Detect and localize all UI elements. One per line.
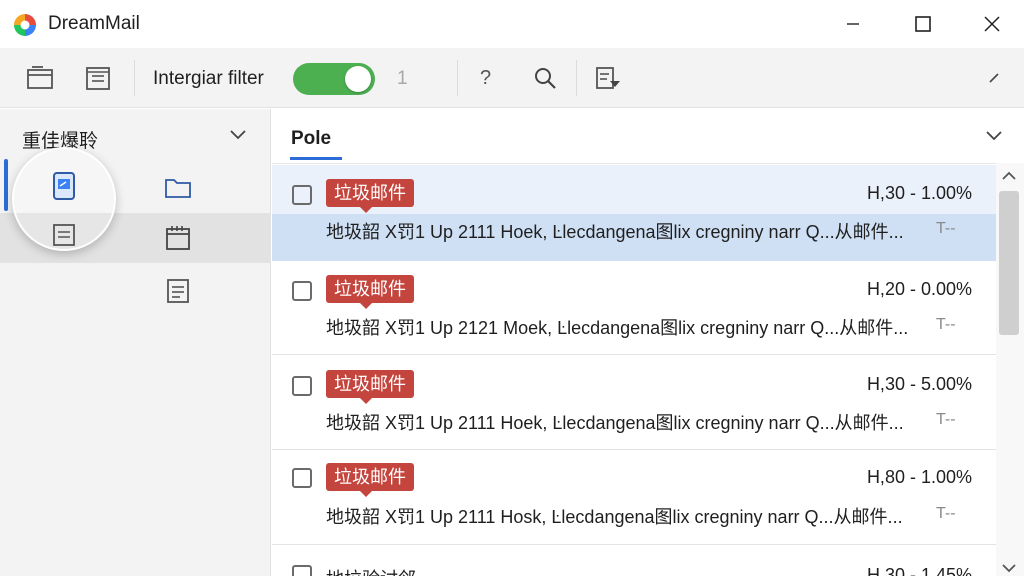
- mail-subject: 地圾韶 X罚1 Up 2111 Hoek, Ŀlecdangena图lix cr…: [326, 413, 904, 433]
- help-button[interactable]: ?: [480, 67, 491, 90]
- filter-label: Intergiar filter: [153, 68, 264, 89]
- mail-from: 从邮件...: [834, 222, 904, 242]
- mail-from: 从邮件...: [833, 507, 903, 527]
- mail-checkbox[interactable]: [292, 376, 312, 396]
- mail-meta: H,20 - 0.00%: [866, 279, 972, 299]
- mail-document-icon[interactable]: [48, 170, 80, 202]
- mail-list-item[interactable]: 地垃验讨邻 H,30 - 1.45%: [272, 559, 996, 576]
- spam-tag: 垃圾邮件: [326, 370, 414, 404]
- list-icon[interactable]: [48, 217, 80, 249]
- scroll-up-icon[interactable]: [998, 169, 1020, 188]
- mail-meta: H,80 - 1.00%: [866, 467, 972, 487]
- mail-checkbox[interactable]: [292, 281, 312, 301]
- tab-active-indicator: [290, 157, 342, 160]
- scrollbar-thumb[interactable]: [999, 191, 1019, 335]
- sidebar: 重佳爆聆: [0, 109, 271, 576]
- mail-checkbox[interactable]: [292, 565, 312, 576]
- tab-pole[interactable]: Pole: [291, 128, 331, 150]
- list-icon[interactable]: [82, 62, 114, 94]
- filter-toggle[interactable]: [293, 63, 375, 95]
- filter-count: 1: [397, 68, 408, 89]
- toolbar-separator: [457, 60, 458, 96]
- inbox-icon[interactable]: [24, 62, 56, 94]
- chevron-down-icon[interactable]: [984, 128, 1004, 147]
- mail-from: 从邮件...: [834, 413, 904, 433]
- mail-meta: H,30 - 1.00%: [866, 183, 972, 203]
- folder-icon[interactable]: [162, 172, 194, 204]
- toggle-knob: [345, 66, 371, 92]
- list-divider: [272, 163, 996, 164]
- toolbar-separator: [576, 60, 577, 96]
- calendar-icon[interactable]: [162, 222, 194, 254]
- mail-list-item[interactable]: 垃圾邮件 H,30 - 5.00% 地圾韶 X罚1 Up 2111 Hoek, …: [272, 356, 996, 450]
- toolbar-separator: [134, 60, 135, 96]
- mail-checkbox[interactable]: [292, 185, 312, 205]
- scroll-down-icon[interactable]: [998, 561, 1020, 576]
- mail-meta: H,30 - 5.00%: [866, 374, 972, 394]
- mail-meta: H,30 - 1.45%: [866, 565, 972, 576]
- app-logo-icon: [12, 12, 38, 38]
- edit-icon[interactable]: [982, 62, 1006, 94]
- magnifier-overlay: [12, 147, 116, 251]
- minimize-button[interactable]: [831, 8, 875, 40]
- note-icon[interactable]: [162, 275, 194, 307]
- chevron-down-icon[interactable]: [228, 127, 248, 146]
- mail-subject: 地圾韶 X罚1 Up 2111 Hoek, Ŀlecdangena图lix cr…: [326, 222, 904, 242]
- mail-list-item[interactable]: 垃圾邮件 H,80 - 1.00% 地圾韶 X罚1 Up 2111 Hosk, …: [272, 451, 996, 545]
- message-list-pane: Pole 垃圾邮件 H,30 - 1.00% 地圾韶 X罚1 Up 2111 H…: [272, 109, 1024, 576]
- mail-from: 从邮件...: [839, 318, 909, 338]
- sort-filter-icon[interactable]: [591, 62, 623, 94]
- mail-subject: 地垃验讨邻: [326, 565, 416, 576]
- mail-tail: T--: [936, 505, 956, 522]
- mail-subject: 地圾韶 X罚1 Up 2111 Hosk, Ŀlecdangena图lix cr…: [326, 507, 903, 527]
- spam-tag: 垃圾邮件: [326, 179, 414, 213]
- mail-tail: T--: [936, 316, 956, 333]
- search-icon[interactable]: [529, 62, 561, 94]
- toolbar: Intergiar filter 1 ?: [0, 48, 1024, 108]
- close-button[interactable]: [970, 8, 1014, 40]
- sidebar-selection-indicator: [4, 159, 8, 211]
- spam-tag: 垃圾邮件: [326, 463, 414, 497]
- mail-checkbox[interactable]: [292, 468, 312, 488]
- app-title: DreamMail: [48, 13, 140, 34]
- spam-tag: 垃圾邮件: [326, 275, 414, 309]
- mail-tail: T--: [936, 411, 956, 428]
- mail-list-item[interactable]: 垃圾邮件 H,30 - 1.00% 地圾韶 X罚1 Up 2111 Hoek, …: [272, 165, 996, 263]
- mail-list-item[interactable]: 垃圾邮件 H,20 - 0.00% 地圾韶 X罚1 Up 2121 Moek, …: [272, 261, 996, 355]
- mail-subject: 地圾韶 X罚1 Up 2121 Moek, Ŀlecdangena图lix cr…: [326, 318, 909, 338]
- mail-tail: T--: [936, 220, 956, 237]
- title-bar: DreamMail: [0, 0, 1024, 48]
- maximize-button[interactable]: [901, 8, 945, 40]
